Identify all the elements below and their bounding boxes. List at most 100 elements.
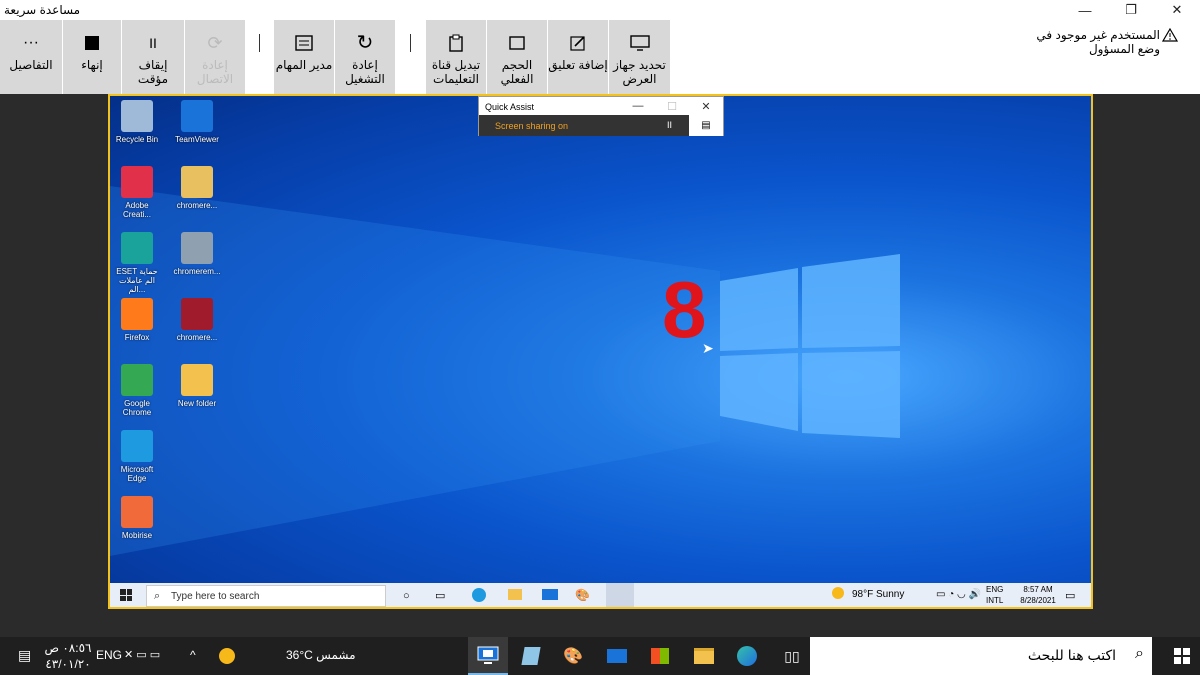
- start-icon[interactable]: [1174, 648, 1190, 664]
- desktop-icon[interactable]: chromere...: [172, 298, 222, 342]
- desktop-icon-image: [121, 364, 153, 396]
- remote-task-view-icon[interactable]: ▭: [435, 589, 445, 602]
- remote-cortana-icon[interactable]: ○: [403, 590, 410, 602]
- qa-minimize-button[interactable]: —: [621, 97, 655, 115]
- remote-weather[interactable]: 98°F Sunny: [852, 589, 904, 600]
- local-time[interactable]: ٠٨:٥٦ ص: [44, 641, 92, 655]
- desktop-icon[interactable]: TeamViewer: [172, 100, 222, 144]
- remote-search-box[interactable]: ⌕ Type here to search: [146, 585, 386, 607]
- desktop-icon-label: Recycle Bin: [115, 135, 159, 144]
- desktop-icon-image: [121, 496, 153, 528]
- notepad-icon[interactable]: [511, 637, 551, 675]
- remote-paint-icon[interactable]: 🎨: [575, 588, 590, 602]
- remote-desktop-view[interactable]: Recycle Bin TeamViewer Adobe Creati... chro…: [108, 94, 1093, 609]
- desktop-icon[interactable]: Adobe Creati...: [112, 166, 162, 219]
- remote-tray-icons[interactable]: ▭ ◔ ◡ 🔊: [936, 589, 981, 600]
- desktop-icon-label: New folder: [177, 399, 217, 408]
- remote-taskbar: ⌕ Type here to search ○ ▭ 🎨 98°F Sunny ▭…: [110, 583, 1091, 607]
- admin-warning-text: المستخدم غير موجود في وضع المسؤول: [1036, 28, 1160, 56]
- qa-close-button[interactable]: ✕: [689, 97, 723, 115]
- restart-button[interactable]: ↻ إعادة التشغيل: [335, 20, 395, 94]
- qa-pause-button[interactable]: II: [667, 120, 672, 130]
- actual-size-icon: [508, 32, 526, 54]
- task-manager-button[interactable]: مدير المهام: [274, 20, 334, 94]
- desktop-icon-image: [121, 100, 153, 132]
- remote-explorer-icon[interactable]: [508, 589, 522, 600]
- desktop-icon[interactable]: Recycle Bin: [112, 100, 162, 144]
- desktop-icon[interactable]: Microsoft Edge: [112, 430, 162, 483]
- edge-icon[interactable]: [727, 637, 767, 675]
- tray-chevron-icon[interactable]: ^: [190, 648, 196, 662]
- toolbar: ··· التفاصيل إنهاء II إيقاف مؤقت ⟳ إعادة…: [0, 20, 1200, 94]
- paint-icon[interactable]: 🎨: [553, 637, 593, 675]
- restore-button[interactable]: ❐: [1108, 0, 1154, 20]
- desktop-icon-label: chromerem...: [173, 267, 221, 276]
- windows-logo-wallpaper: [110, 186, 900, 556]
- quick-assist-taskbar-icon[interactable]: [468, 637, 508, 675]
- desktop-icon-label: Mobirise: [121, 531, 153, 540]
- local-weather[interactable]: 36°C مشمس: [286, 648, 356, 662]
- annotate-button[interactable]: إضافة تعليق: [548, 20, 608, 94]
- restart-icon: ↻: [356, 32, 374, 54]
- details-button[interactable]: ··· التفاصيل: [0, 20, 62, 94]
- window-controls: — ❐ ✕: [1062, 0, 1200, 20]
- task-manager-label: مدير المهام: [275, 58, 333, 72]
- details-label: التفاصيل: [9, 58, 53, 72]
- end-button[interactable]: إنهاء: [63, 20, 121, 94]
- local-search-placeholder: اكتب هنا للبحث: [1027, 647, 1116, 663]
- desktop-icon[interactable]: Mobirise: [112, 496, 162, 540]
- select-monitor-button[interactable]: تحديد جهاز العرض: [609, 20, 670, 94]
- title-bar: مساعدة سريعة — ❐ ✕: [0, 0, 1200, 20]
- desktop-icon[interactable]: ESET حماية الم عاملات الم...: [112, 232, 162, 294]
- desktop-icon[interactable]: Google Chrome: [112, 364, 162, 417]
- desktop-icon[interactable]: New folder: [172, 364, 222, 408]
- warning-icon: [1161, 27, 1179, 47]
- desktop-icon-label: Microsoft Edge: [120, 465, 154, 483]
- close-button[interactable]: ✕: [1154, 0, 1200, 20]
- desktop-icon[interactable]: chromerem...: [172, 232, 222, 276]
- cortana-icon[interactable]: [815, 637, 855, 675]
- desktop-icon-image: [181, 100, 213, 132]
- remote-mail-icon[interactable]: [542, 589, 558, 600]
- remote-sun-icon: [832, 587, 844, 599]
- quick-assist-title: Quick Assist: [485, 102, 535, 112]
- remote-start-icon[interactable]: [120, 589, 132, 601]
- file-explorer-icon[interactable]: [684, 637, 724, 675]
- pause-icon: II: [149, 35, 157, 51]
- desktop-icon-image: [181, 166, 213, 198]
- remote-lang-top[interactable]: ENG: [986, 585, 1003, 594]
- desktop-icon-label: TeamViewer: [175, 135, 219, 144]
- minimize-button[interactable]: —: [1062, 0, 1108, 20]
- tray-status-icons[interactable]: ✕ ▭ ▭: [124, 648, 160, 661]
- actual-size-button[interactable]: الحجم الفعلي: [487, 20, 547, 94]
- desktop-icon-image: [121, 298, 153, 330]
- remote-date: 8/28/2021: [1020, 596, 1056, 605]
- task-manager-icon: [295, 32, 313, 54]
- mail-icon[interactable]: [597, 637, 637, 675]
- pencil-icon: [570, 32, 586, 54]
- local-search-icon: ⌕: [1135, 645, 1144, 662]
- remote-search-icon: ⌕: [154, 590, 161, 602]
- remote-time[interactable]: 8:57 AM: [1014, 585, 1062, 594]
- qa-maximize-button[interactable]: ☐: [655, 97, 689, 115]
- actual-size-label: الحجم الفعلي: [500, 58, 534, 86]
- desktop-icon-image: [121, 430, 153, 462]
- desktop-icon[interactable]: chromere...: [172, 166, 222, 210]
- remote-quick-assist-icon[interactable]: [606, 583, 634, 607]
- action-center-icon[interactable]: ▤: [18, 647, 31, 664]
- pause-button[interactable]: II إيقاف مؤقت: [122, 20, 184, 94]
- remote-notification-icon[interactable]: ▭: [1065, 589, 1075, 602]
- desktop-icon[interactable]: Firefox: [112, 298, 162, 342]
- select-monitor-label: تحديد جهاز العرض: [613, 58, 666, 86]
- qa-clipboard-icon[interactable]: ▤: [689, 115, 723, 136]
- reconnect-button[interactable]: ⟳ إعادة الاتصال: [185, 20, 245, 94]
- remote-lang-bottom: INTL: [986, 596, 1004, 605]
- overlay-number: 8: [662, 265, 707, 354]
- store-icon[interactable]: [640, 637, 680, 675]
- local-search-box[interactable]: اكتب هنا للبحث ⌕: [810, 637, 1152, 675]
- toggle-channel-button[interactable]: تبديل قناة التعليمات: [426, 20, 486, 94]
- local-lang[interactable]: ENG: [96, 648, 122, 662]
- local-taskbar: اكتب هنا للبحث ⌕ ▯▯ 🎨 36°C مشمس ^ ✕ ▭ ▭ …: [0, 637, 1200, 675]
- task-view-icon[interactable]: ▯▯: [772, 637, 812, 675]
- remote-edge-icon[interactable]: [472, 588, 486, 602]
